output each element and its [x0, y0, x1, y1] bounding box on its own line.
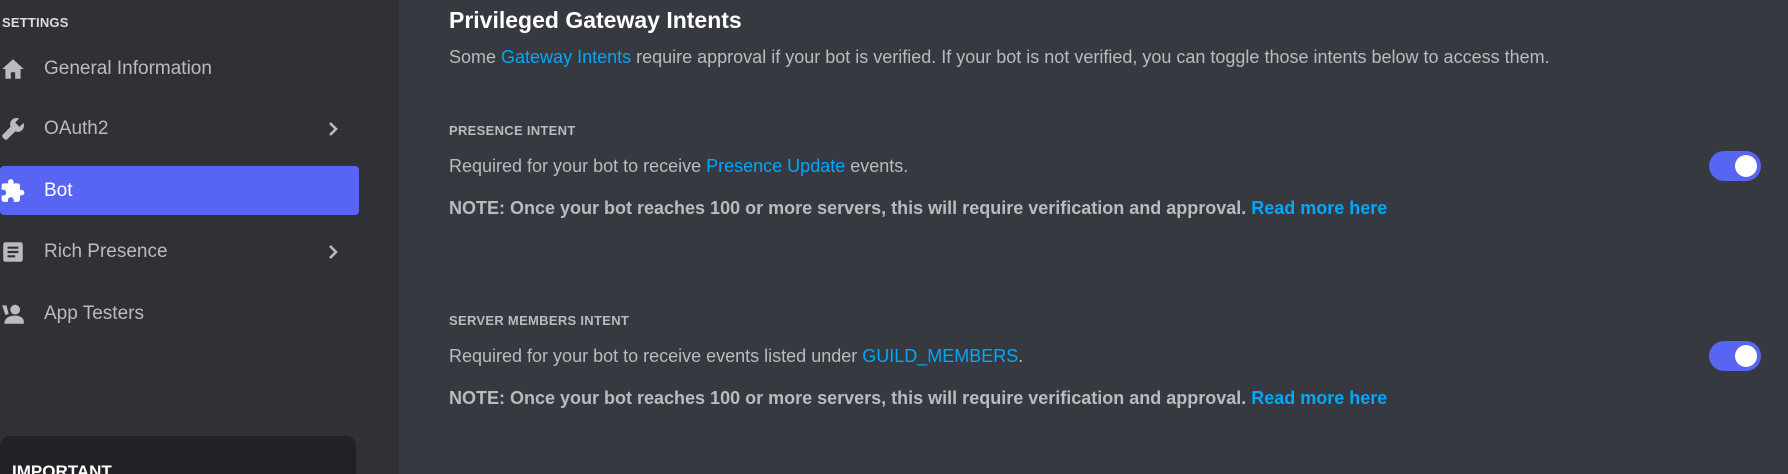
page-title: Privileged Gateway Intents	[449, 7, 742, 33]
sidebar-item-label: Bot	[44, 179, 73, 201]
note-text: NOTE: Once your bot reaches 100 or more …	[449, 198, 1252, 218]
server-members-intent-description: Required for your bot to receive events …	[449, 346, 1023, 367]
description-text: events.	[845, 156, 909, 176]
sidebar-item-general-information[interactable]: General Information	[0, 44, 359, 93]
sidebar-heading: SETTINGS	[2, 15, 69, 30]
sidebar-item-bot[interactable]: Bot	[0, 166, 359, 215]
presence-update-link[interactable]: Presence Update	[706, 156, 845, 176]
chevron-right-icon	[323, 242, 343, 262]
section-description: Some Gateway Intents require approval if…	[449, 47, 1550, 68]
sidebar-item-label: OAuth2	[44, 117, 109, 139]
note-text: NOTE: Once your bot reaches 100 or more …	[449, 388, 1252, 408]
main-content: Privileged Gateway Intents Some Gateway …	[399, 0, 1788, 474]
presence-intent-heading: PRESENCE INTENT	[449, 123, 576, 138]
user-icon	[0, 301, 26, 327]
important-notice: IMPORTANT	[0, 436, 356, 474]
home-icon	[0, 56, 26, 82]
description-text: Required for your bot to receive events …	[449, 346, 863, 366]
settings-sidebar: SETTINGS General Information OAuth2 Bot	[0, 0, 399, 474]
server-members-intent-note: NOTE: Once your bot reaches 100 or more …	[449, 388, 1387, 409]
document-icon	[0, 239, 26, 265]
read-more-link[interactable]: Read more here	[1251, 388, 1387, 408]
important-label: IMPORTANT	[12, 462, 112, 474]
presence-intent-toggle[interactable]	[1709, 151, 1761, 181]
server-members-intent-heading: SERVER MEMBERS INTENT	[449, 313, 630, 328]
presence-intent-note: NOTE: Once your bot reaches 100 or more …	[449, 198, 1387, 219]
read-more-link[interactable]: Read more here	[1251, 198, 1387, 218]
guild-members-link[interactable]: GUILD_MEMBERS	[862, 346, 1018, 366]
puzzle-icon	[0, 178, 26, 204]
sidebar-item-label: App Testers	[44, 302, 144, 324]
sidebar-item-oauth2[interactable]: OAuth2	[0, 104, 359, 153]
toggle-knob	[1735, 345, 1757, 367]
gateway-intents-link[interactable]: Gateway Intents	[501, 47, 631, 67]
presence-intent-description: Required for your bot to receive Presenc…	[449, 156, 908, 177]
sidebar-item-rich-presence[interactable]: Rich Presence	[0, 227, 359, 276]
server-members-intent-toggle[interactable]	[1709, 341, 1761, 371]
description-text: Required for your bot to receive	[449, 156, 707, 176]
sidebar-item-label: General Information	[44, 57, 212, 79]
sidebar-item-label: Rich Presence	[44, 240, 168, 262]
toggle-knob	[1735, 155, 1757, 177]
app-window: SETTINGS General Information OAuth2 Bot	[0, 0, 1788, 474]
description-text: Some	[449, 47, 502, 67]
sidebar-item-app-testers[interactable]: App Testers	[0, 289, 359, 338]
description-text: .	[1018, 346, 1024, 366]
chevron-right-icon	[323, 119, 343, 139]
description-text: require approval if your bot is verified…	[631, 47, 1550, 67]
wrench-icon	[0, 116, 26, 142]
